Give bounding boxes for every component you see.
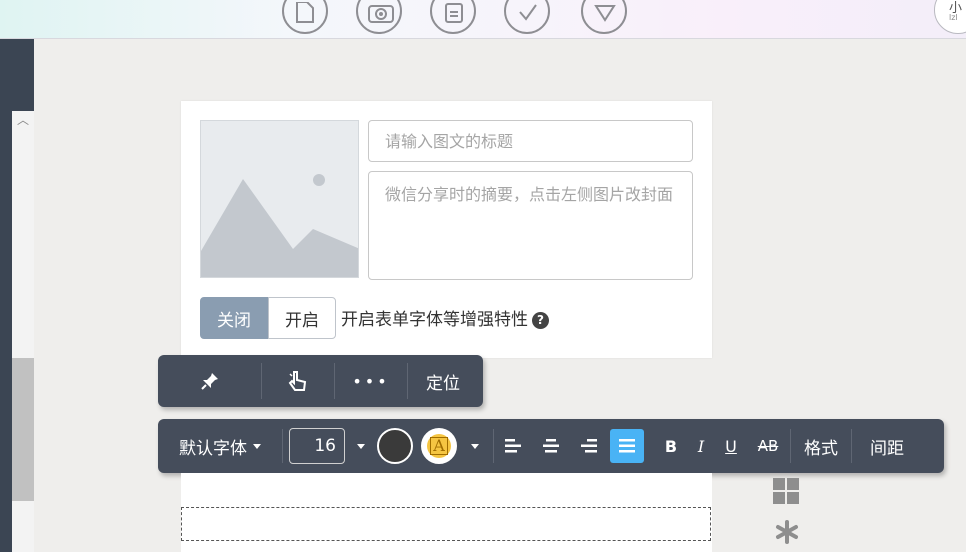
font-family-label: 默认字体	[179, 438, 247, 459]
cover-image-placeholder[interactable]	[200, 120, 359, 278]
strikethrough-button[interactable]: AB	[746, 437, 790, 455]
format-button[interactable]: 格式	[791, 434, 851, 459]
toggle-on-button[interactable]: 开启	[268, 297, 336, 339]
scroll-thumb[interactable]	[12, 358, 34, 501]
enhance-toggle: 关闭 开启	[200, 297, 336, 339]
dropdown-triangle-icon[interactable]	[581, 0, 627, 34]
chevron-down-icon	[471, 443, 479, 449]
check-icon[interactable]	[504, 0, 550, 34]
italic-button[interactable]: I	[686, 437, 716, 456]
more-dots-icon: •••	[352, 371, 390, 391]
user-avatar[interactable]: 小 lzl	[934, 0, 966, 34]
underline-button[interactable]: U	[716, 437, 746, 456]
scroll-up-arrow-icon[interactable]: ︿	[12, 111, 34, 129]
format-toolbar: 默认字体 16 A B I U AB 格式 间距	[158, 419, 944, 473]
text-color-picker[interactable]	[377, 428, 413, 464]
new-document-icon[interactable]	[282, 0, 328, 34]
help-icon[interactable]: ?	[532, 312, 549, 329]
enhance-label-text: 开启表单字体等增强特性	[341, 310, 528, 330]
align-justify-icon	[619, 439, 635, 453]
asterisk-icon[interactable]	[775, 520, 799, 548]
element-toolbar: ••• 定位	[158, 355, 483, 407]
selected-block[interactable]	[181, 507, 711, 541]
font-family-select[interactable]: 默认字体	[158, 434, 282, 459]
divider	[282, 429, 283, 463]
chevron-down-icon	[357, 443, 365, 449]
title-input[interactable]	[368, 120, 693, 162]
toggle-off-button[interactable]: 关闭	[200, 297, 268, 339]
bold-button[interactable]: B	[656, 437, 686, 456]
scrollbar[interactable]: ︿	[12, 111, 34, 552]
align-justify-button[interactable]	[610, 429, 644, 463]
article-card: 关闭 开启 开启表单字体等增强特性?	[181, 101, 712, 358]
more-button[interactable]: •••	[335, 363, 408, 399]
chevron-down-icon	[253, 443, 261, 449]
grid-icon[interactable]	[773, 478, 799, 508]
highlight-icon: A	[427, 434, 451, 458]
align-right-button[interactable]	[570, 438, 608, 454]
image-placeholder-icon	[201, 174, 358, 277]
summary-input[interactable]	[368, 171, 693, 280]
highlight-dropdown[interactable]	[457, 443, 493, 449]
hand-pointer-icon	[288, 371, 307, 391]
enhance-feature-label: 开启表单字体等增强特性?	[341, 305, 549, 330]
avatar-sub: lzl	[949, 13, 958, 22]
clipboard-icon[interactable]	[430, 0, 476, 34]
highlight-color-picker[interactable]: A	[421, 428, 457, 464]
align-left-button[interactable]	[494, 438, 532, 454]
align-center-icon	[543, 439, 559, 453]
highlight-letter: A	[430, 437, 448, 455]
font-size-dropdown[interactable]	[345, 443, 377, 449]
align-center-button[interactable]	[532, 438, 570, 454]
pin-icon	[200, 373, 218, 390]
font-size-input[interactable]: 16	[289, 428, 345, 464]
pointer-button[interactable]	[262, 363, 335, 399]
pin-button[interactable]	[158, 363, 262, 399]
top-toolbar: 小 lzl	[0, 0, 966, 39]
align-right-icon	[581, 439, 597, 453]
camera-icon[interactable]	[356, 0, 402, 34]
align-left-icon	[505, 439, 521, 453]
locate-button[interactable]: 定位	[408, 369, 478, 394]
spacing-button[interactable]: 间距	[852, 434, 922, 459]
